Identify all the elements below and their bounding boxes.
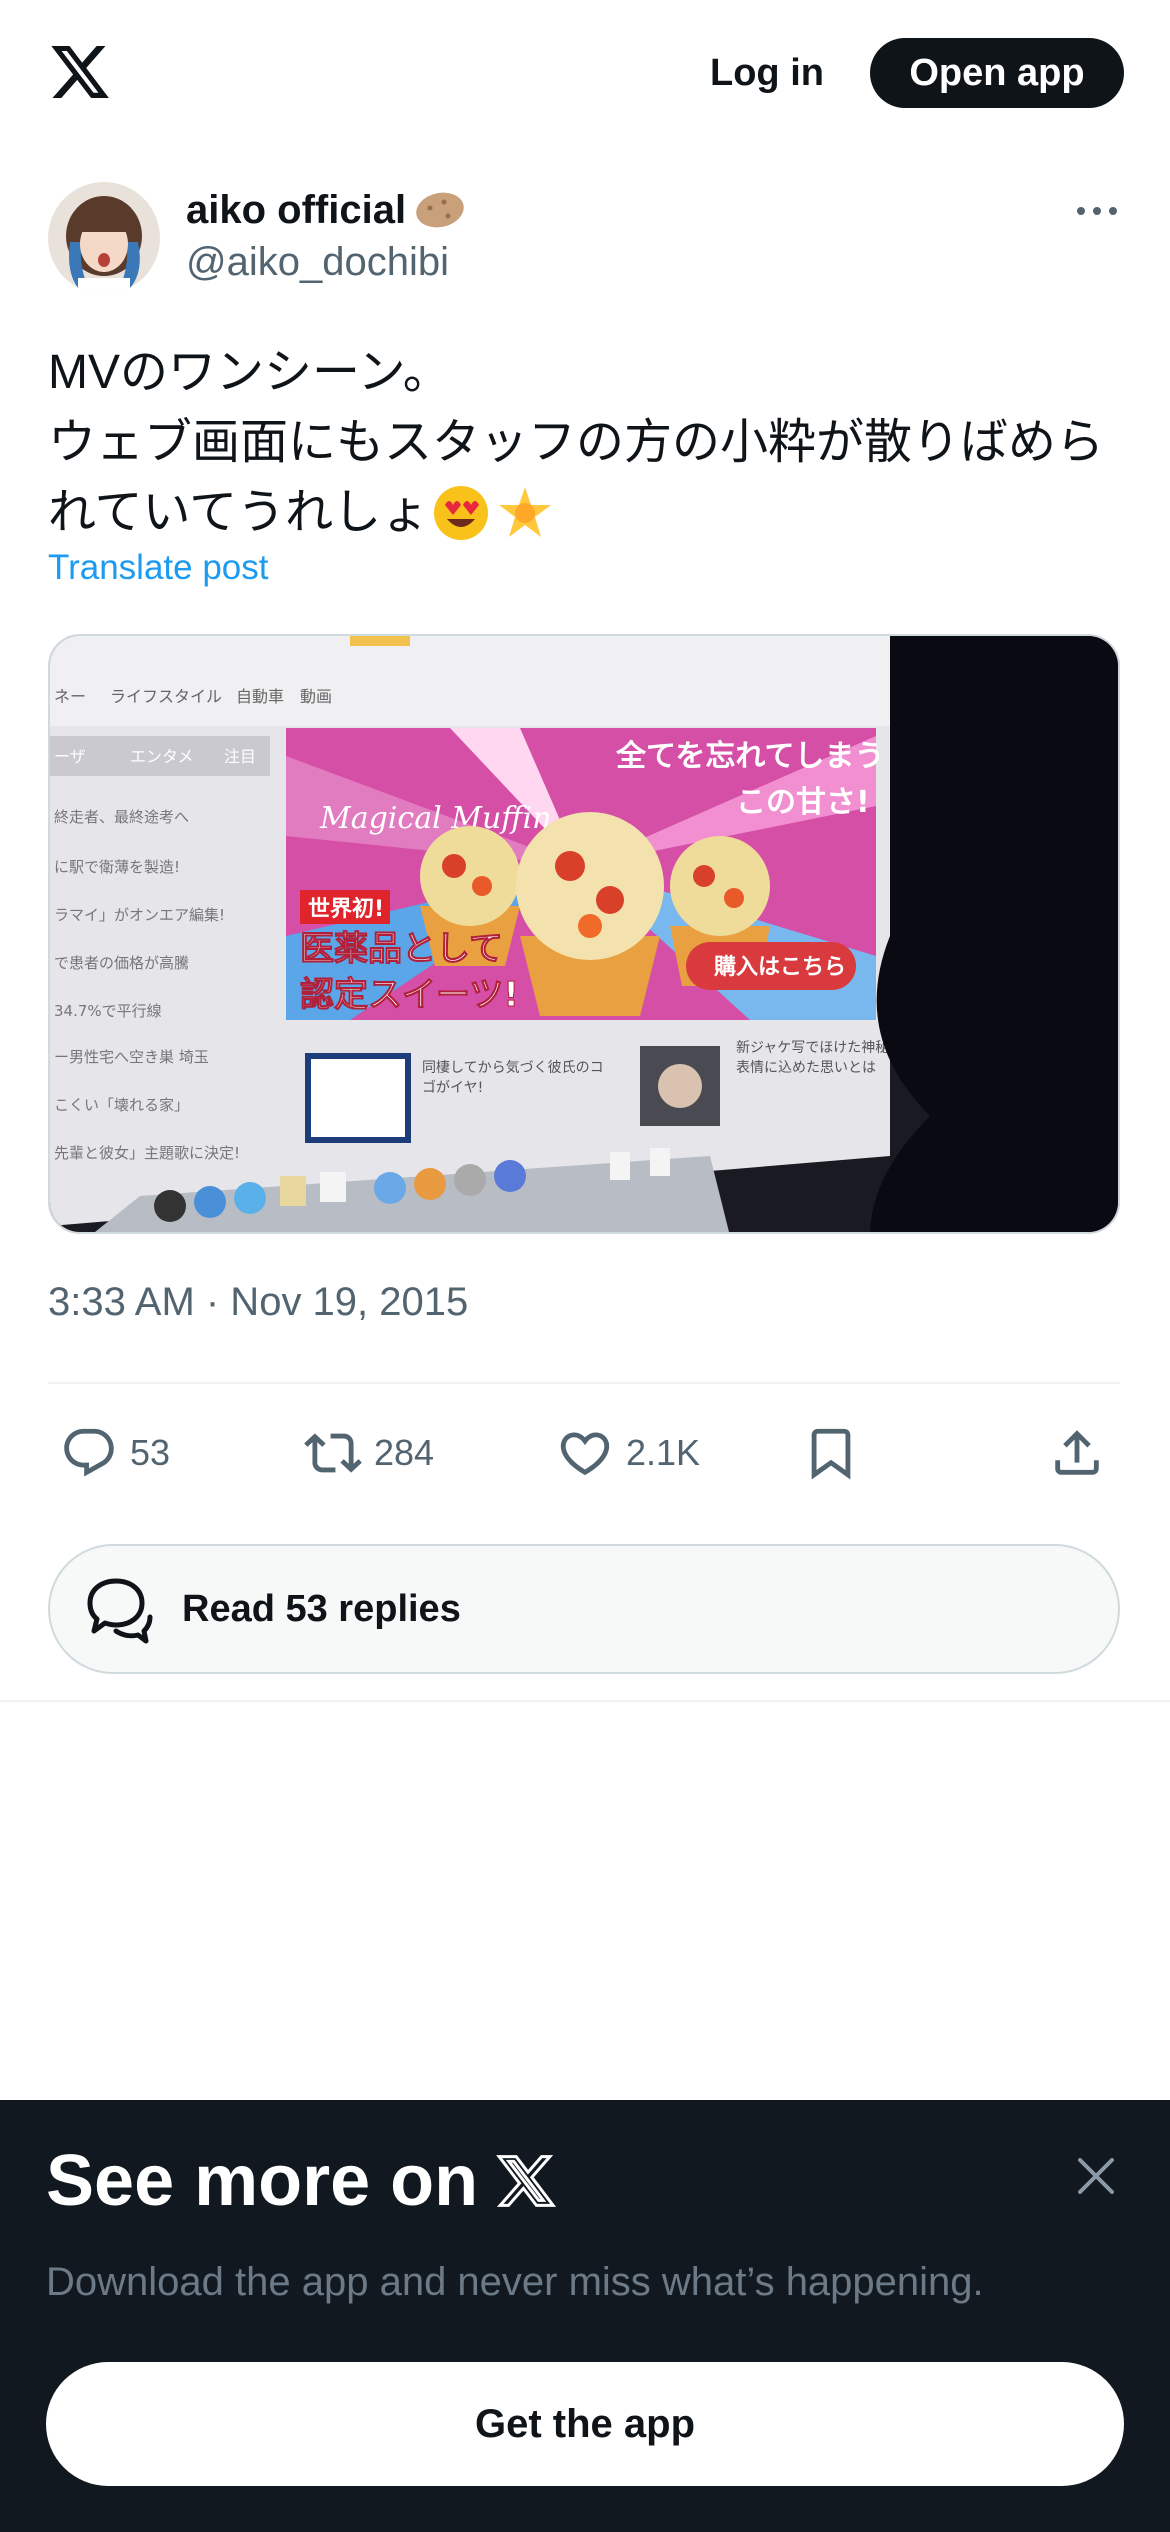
media-banner-line2: この甘さ!	[736, 785, 870, 820]
repost-button[interactable]: 284	[304, 1418, 434, 1488]
glowing-star-emoji-icon	[499, 487, 552, 537]
media-nav-item: ネー	[54, 687, 86, 706]
post-timestamp[interactable]: 3:33 AM · Nov 19, 2015	[48, 1280, 468, 1325]
media-caption1-line2: ゴがイヤ!	[422, 1079, 483, 1096]
post-text: MVのワンシーン。 ウェブ画面にもスタッフの方の小粋が散りばめら れていてうれし…	[48, 338, 1128, 548]
close-icon[interactable]	[1070, 2150, 1122, 2202]
chat-bubbles-icon	[87, 1578, 153, 1644]
post-text-line: MVのワンシーン。	[48, 346, 451, 399]
author-name-text: aiko official	[186, 187, 407, 232]
reply-count: 53	[130, 1432, 171, 1473]
read-replies-label: Read 53 replies	[182, 1587, 461, 1630]
bookmark-button[interactable]	[802, 1418, 860, 1488]
author-handle[interactable]: @aiko_dochibi	[186, 240, 449, 285]
heart-icon	[560, 1432, 610, 1476]
repost-count: 284	[374, 1432, 435, 1473]
media-side-list-item: ー男性宅へ空き巣 埼玉	[54, 1048, 209, 1066]
media-nav-item: ライフスタイル	[110, 687, 222, 706]
media-side-list-item: で患者の価格が高騰	[54, 954, 189, 972]
media-nav-item: 自動車	[236, 687, 284, 706]
divider	[48, 1382, 1120, 1384]
more-options-icon[interactable]	[1072, 186, 1122, 236]
x-logo-icon[interactable]	[48, 40, 112, 104]
media-banner-brand: Magical Muffin	[319, 801, 551, 836]
like-count: 2.1K	[626, 1432, 701, 1473]
media-buy-button: 購入はこちら	[714, 955, 846, 980]
post-text-line-3: れていてうれしょ	[48, 486, 430, 539]
divider	[0, 1700, 1170, 1702]
app-promo-subtitle: Download the app and never miss what’s h…	[46, 2260, 984, 2304]
media-side-tab: 注目	[224, 747, 256, 766]
media-side-list-item: ラマイ」がオンエア編集!	[54, 906, 225, 924]
media-caption2-line1: 新ジャケ写でほけた神秘的	[736, 1040, 903, 1056]
media-side-list-item: 34.7%で平行線	[54, 1002, 162, 1020]
reply-button[interactable]: 53	[60, 1418, 170, 1488]
media-side-tab: エンタメ	[130, 747, 194, 766]
x-logo-icon	[496, 2155, 557, 2207]
app-promo-title: See more on	[46, 2140, 557, 2222]
media-side-list-item: こくい「壊れる家」	[54, 1096, 189, 1114]
media-nav-item: 動画	[300, 687, 332, 706]
media-caption2-line2: 表情に込めた思いとは	[736, 1060, 876, 1076]
media-badge: 世界初!	[308, 896, 384, 922]
media-side-tab: ーザ	[54, 747, 86, 766]
like-button[interactable]: 2.1K	[556, 1418, 700, 1488]
avatar[interactable]	[48, 182, 160, 294]
top-bar: Log in Open app	[0, 0, 1170, 150]
heart-eyes-emoji-icon	[434, 486, 489, 540]
translate-post-link[interactable]: Translate post	[48, 548, 268, 588]
media-banner-line1: 全てを忘れてしまう	[615, 739, 885, 774]
login-button[interactable]: Log in	[690, 38, 844, 108]
open-app-button[interactable]: Open app	[870, 38, 1124, 108]
read-replies-button[interactable]: Read 53 replies	[48, 1544, 1120, 1674]
get-the-app-button[interactable]: Get the app	[46, 2362, 1124, 2486]
media-side-list-item: に駅で衛薄を製造!	[54, 858, 180, 876]
media-promo-line1: 医薬品として	[300, 929, 503, 969]
page: Log in Open app aiko official @aiko_doch…	[0, 0, 1170, 2532]
post-text-line: れていてうれしょ	[48, 478, 1128, 548]
media-promo-line2: 認定スイーツ!	[300, 975, 519, 1015]
media-side-list-item: 先輩と彼女」主題歌に決定!	[54, 1144, 240, 1162]
media-caption1-line1: 同棲してから気づく彼氏のコ	[422, 1060, 604, 1076]
reply-icon	[64, 1428, 114, 1477]
author-name[interactable]: aiko official	[186, 182, 466, 238]
post-text-line: ウェブ画面にもスタッフの方の小粋が散りばめら	[48, 416, 1105, 469]
bookmark-icon	[811, 1428, 851, 1480]
media-photo: ネー ライフスタイル 自動車 動画 ーザ エンタメ 注目 終走者、最終途考へ に…	[50, 636, 1118, 1232]
post-media-image[interactable]: ネー ライフスタイル 自動車 動画 ーザ エンタメ 注目 終走者、最終途考へ に…	[48, 634, 1120, 1234]
repost-icon	[304, 1433, 362, 1473]
share-button[interactable]	[1048, 1418, 1106, 1488]
share-icon	[1055, 1430, 1099, 1475]
media-side-list-item: 終走者、最終途考へ	[54, 808, 189, 826]
app-promo-title-text: See more on	[46, 2141, 479, 2221]
potato-icon	[416, 192, 464, 228]
